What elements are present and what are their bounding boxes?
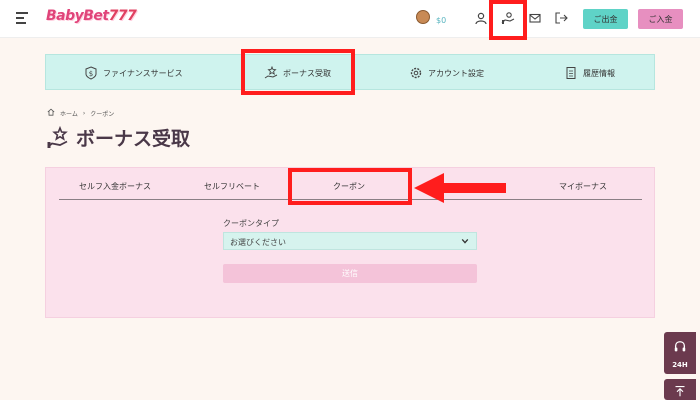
document-icon xyxy=(566,67,576,79)
coupon-type-label: クーポンタイプ xyxy=(223,219,279,228)
red-arrow-icon xyxy=(414,173,506,203)
highlight-box-coupon-tab xyxy=(288,168,412,205)
tab-my-bonus[interactable]: マイボーナス xyxy=(559,181,607,192)
mail-icon[interactable] xyxy=(528,10,542,24)
coupon-type-select[interactable]: お選びください xyxy=(223,232,477,250)
nav-item-label: ファイナンスサービス xyxy=(103,68,183,78)
logo-text: BabyBet xyxy=(46,8,109,24)
logo-number: 777 xyxy=(108,8,137,24)
bonus-hand-icon xyxy=(47,125,68,148)
submit-button[interactable]: 送信 xyxy=(223,264,477,283)
nav-item-account-settings[interactable]: アカウント設定 xyxy=(409,55,484,91)
headset-icon xyxy=(674,341,686,352)
logout-icon[interactable] xyxy=(554,10,568,24)
balance: $0 xyxy=(436,16,447,25)
logo[interactable]: BabyBet777 xyxy=(46,8,137,24)
breadcrumb-current: クーポン xyxy=(90,110,115,118)
nav-item-history[interactable]: 履歴情報 xyxy=(564,55,615,91)
user-icon[interactable] xyxy=(474,10,488,25)
nav-item-finance[interactable]: $ ファイナンスサービス xyxy=(84,55,183,91)
deposit-button[interactable]: ご入金 xyxy=(638,9,683,29)
support-label: 24H xyxy=(672,361,688,369)
page-title-wrap: ボーナス受取 xyxy=(46,124,190,151)
menu-icon[interactable] xyxy=(16,12,28,24)
select-value: お選びください xyxy=(230,238,286,247)
chevron-right-icon: › xyxy=(82,109,86,117)
avatar[interactable] xyxy=(416,10,430,24)
gear-icon xyxy=(410,67,422,79)
scroll-top-button[interactable] xyxy=(664,379,696,400)
breadcrumb: ホーム › クーポン xyxy=(47,108,119,118)
highlight-box-bonus-nav xyxy=(241,49,355,95)
highlight-box-header-bonus xyxy=(489,0,527,40)
nav-item-label: 履歴情報 xyxy=(583,68,615,78)
withdraw-button[interactable]: ご出金 xyxy=(583,9,628,29)
finance-icon: $ xyxy=(85,66,97,80)
tab-self-deposit-bonus[interactable]: セルフ入金ボーナス xyxy=(79,181,151,192)
chevron-down-icon xyxy=(461,238,469,244)
header: BabyBet777 $0 ご出金 ご入金 xyxy=(0,0,700,38)
arrow-up-icon xyxy=(675,385,685,397)
support-24h-button[interactable]: 24H xyxy=(664,332,696,374)
home-icon[interactable] xyxy=(47,108,55,118)
svg-text:$: $ xyxy=(89,70,93,78)
breadcrumb-home[interactable]: ホーム xyxy=(60,109,78,118)
tab-self-rebate[interactable]: セルフリベート xyxy=(204,181,260,192)
nav-item-label: アカウント設定 xyxy=(428,68,484,78)
page-title: ボーナス受取 xyxy=(76,128,191,150)
